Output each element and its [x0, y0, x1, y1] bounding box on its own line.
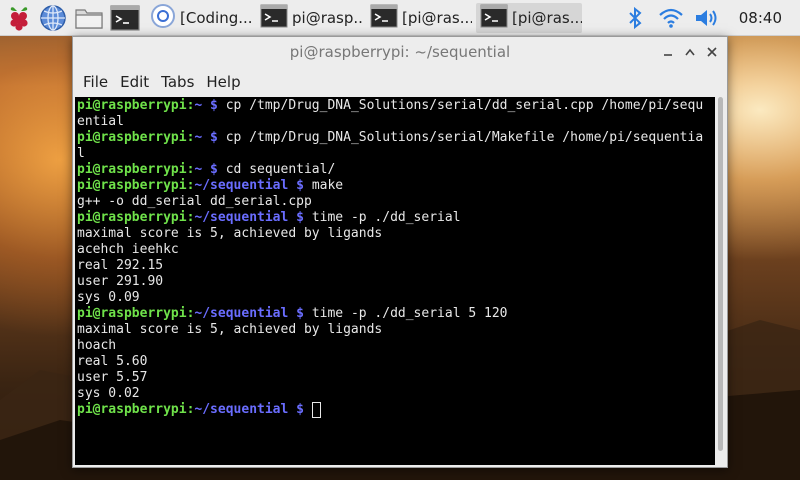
- terminal-prompt-line: pi@raspberrypi:~ $ cp /tmp/Drug_DNA_Solu…: [77, 130, 713, 146]
- prompt-path: ~ $: [194, 98, 226, 113]
- terminal-output-line: real 292.15: [77, 258, 164, 273]
- volume-icon[interactable]: [693, 4, 721, 32]
- prompt-user: pi@raspberrypi:: [77, 178, 195, 193]
- menu-bar: File Edit Tabs Help: [73, 67, 727, 97]
- terminal-icon: [260, 4, 288, 32]
- terminal-scrollbar[interactable]: [715, 97, 726, 465]
- scrollbar-thumb[interactable]: [718, 97, 723, 451]
- terminal-output-line: sys 0.09: [77, 290, 140, 305]
- prompt-user: pi@raspberrypi:: [77, 210, 195, 225]
- taskbar: [Coding... pi@rasp... [pi@ras... [pi@ras…: [0, 0, 800, 36]
- terminal-output-line: user 291.90: [77, 274, 164, 289]
- terminal-output-line: hoach: [77, 338, 117, 353]
- menu-edit[interactable]: Edit: [120, 73, 149, 91]
- prompt-command: cd sequential/: [225, 162, 336, 177]
- menu-help[interactable]: Help: [206, 73, 240, 91]
- terminal-window: pi@raspberrypi: ~/sequential File Edit T…: [72, 36, 728, 468]
- menu-tabs[interactable]: Tabs: [161, 73, 194, 91]
- terminal-prompt-line: pi@raspberrypi:~ $ cp /tmp/Drug_DNA_Solu…: [77, 98, 713, 114]
- prompt-path: ~/sequential $: [194, 210, 312, 225]
- file-manager-launch-icon[interactable]: [72, 2, 106, 34]
- wifi-icon[interactable]: [657, 4, 685, 32]
- prompt-path: ~ $: [194, 162, 226, 177]
- terminal-output-line: real 5.60: [77, 354, 148, 369]
- terminal-prompt-line: pi@raspberrypi:~/sequential $ make: [77, 178, 713, 194]
- close-button[interactable]: [701, 42, 723, 62]
- terminal-output[interactable]: pi@raspberrypi:~ $ cp /tmp/Drug_DNA_Solu…: [75, 97, 715, 465]
- terminal-icon: [480, 4, 508, 32]
- terminal-prompt-line: pi@raspberrypi:~/sequential $ time -p ./…: [77, 306, 713, 322]
- taskbar-item-label: [Coding...: [180, 8, 252, 27]
- bluetooth-icon[interactable]: [621, 4, 649, 32]
- prompt-path: ~/sequential $: [194, 402, 312, 417]
- window-title: pi@raspberrypi: ~/sequential: [289, 43, 511, 61]
- taskbar-item-label: [pi@ras...: [512, 8, 582, 27]
- menu-file[interactable]: File: [83, 73, 108, 91]
- terminal-output-line: user 5.57: [77, 370, 148, 385]
- chromium-icon: [150, 3, 176, 33]
- terminal-icon: [370, 4, 398, 32]
- web-browser-launch-icon[interactable]: [36, 2, 70, 34]
- prompt-path: ~/sequential $: [194, 306, 312, 321]
- prompt-user: pi@raspberrypi:: [77, 402, 195, 417]
- taskbar-item-label: pi@rasp...: [292, 8, 362, 27]
- terminal-prompt-line: pi@raspberrypi:~ $ cd sequential/: [77, 162, 713, 178]
- prompt-command: make: [311, 178, 344, 193]
- terminal-output-line: sys 0.02: [77, 386, 140, 401]
- clock[interactable]: 08:40: [739, 9, 782, 27]
- minimize-button[interactable]: [657, 42, 679, 62]
- system-tray: 08:40: [621, 0, 800, 36]
- prompt-command: time -p ./dd_serial 5 120: [311, 306, 508, 321]
- terminal-output-line: maximal score is 5, achieved by ligands: [77, 226, 383, 241]
- taskbar-item-coding[interactable]: [Coding...: [146, 3, 252, 33]
- taskbar-item-terminal-3[interactable]: [pi@ras...: [476, 2, 582, 33]
- prompt-user: pi@raspberrypi:: [77, 306, 195, 321]
- text-cursor: [311, 402, 321, 418]
- prompt-path: ~ $: [194, 130, 226, 145]
- prompt-user: pi@raspberrypi:: [77, 98, 195, 113]
- maximize-button[interactable]: [679, 42, 701, 62]
- prompt-user: pi@raspberrypi:: [77, 130, 195, 145]
- terminal-output-line: g++ -o dd_serial dd_serial.cpp: [77, 194, 312, 209]
- terminal-launch-icon[interactable]: [108, 2, 142, 34]
- prompt-command: cp /tmp/Drug_DNA_Solutions/serial/dd_ser…: [225, 98, 704, 113]
- prompt-command: time -p ./dd_serial: [311, 210, 461, 225]
- prompt-command: cp /tmp/Drug_DNA_Solutions/serial/Makefi…: [225, 130, 704, 145]
- terminal-output-line: maximal score is 5, achieved by ligands: [77, 322, 383, 337]
- taskbar-item-terminal-1[interactable]: pi@rasp...: [256, 3, 362, 33]
- terminal-output-line: ential: [77, 114, 124, 129]
- prompt-user: pi@raspberrypi:: [77, 162, 195, 177]
- terminal-output-line: acehch ieehkc: [77, 242, 179, 257]
- terminal-prompt-line: pi@raspberrypi:~/sequential $ time -p ./…: [77, 210, 713, 226]
- taskbar-item-label: [pi@ras...: [402, 8, 472, 27]
- terminal-prompt-line: pi@raspberrypi:~/sequential $: [77, 402, 713, 418]
- window-titlebar[interactable]: pi@raspberrypi: ~/sequential: [73, 37, 727, 67]
- terminal-output-line: l: [77, 146, 85, 161]
- raspberry-menu-icon[interactable]: [4, 3, 34, 33]
- taskbar-item-terminal-2[interactable]: [pi@ras...: [366, 3, 472, 33]
- prompt-path: ~/sequential $: [194, 178, 312, 193]
